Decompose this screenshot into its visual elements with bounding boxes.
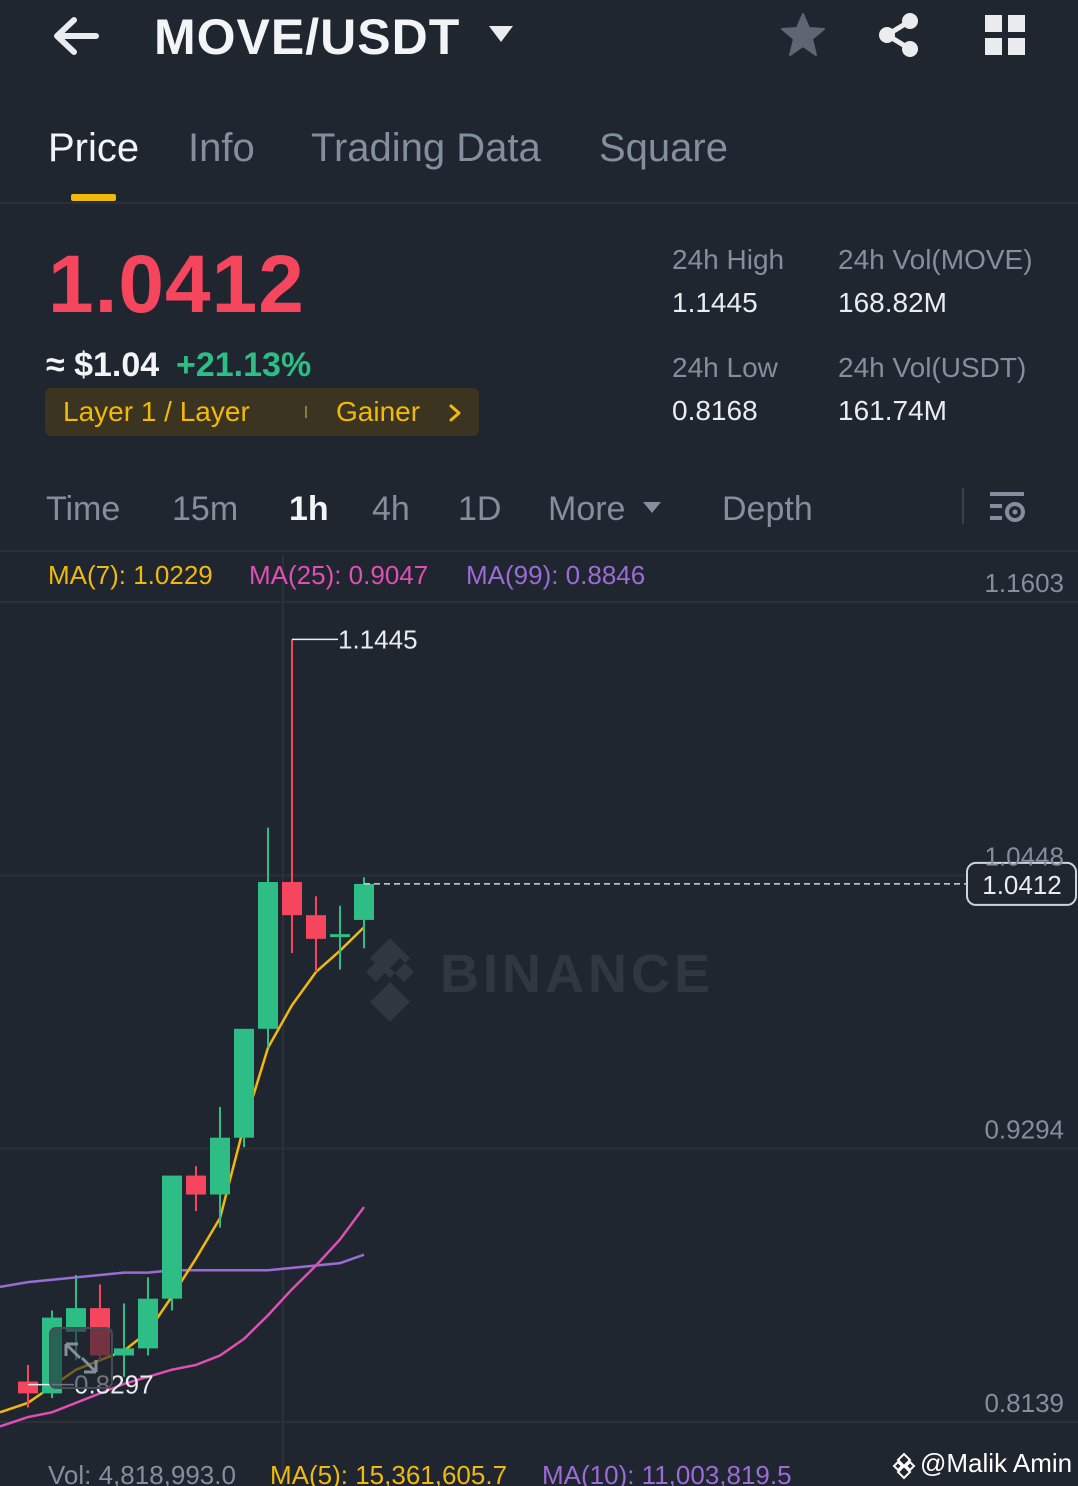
- back-arrow-icon[interactable]: [50, 14, 100, 58]
- interval-1d[interactable]: 1D: [458, 490, 501, 529]
- more-caret-icon: [643, 502, 661, 513]
- stat-vol-move-value: 168.82M: [838, 287, 947, 318]
- tag-status: Gainer: [336, 396, 421, 427]
- interval-time[interactable]: Time: [46, 490, 120, 529]
- candle-body: [282, 882, 302, 916]
- last-price: 1.0412: [48, 239, 305, 330]
- tab-square[interactable]: Square: [599, 126, 728, 171]
- chevron-right-icon: [449, 404, 461, 422]
- pair-title[interactable]: MOVE/USDT: [154, 8, 460, 66]
- interval-1h[interactable]: 1h: [289, 490, 329, 529]
- candle-body: [138, 1298, 158, 1349]
- chart-top-divider: [0, 550, 1078, 552]
- candle-body: [18, 1381, 38, 1394]
- price-change-percent: +21.13%: [176, 346, 312, 384]
- y-axis-label: 1.0448: [984, 841, 1064, 871]
- interval-separator: [962, 488, 964, 524]
- candlestick-chart[interactable]: BINANCE 1.0412 1.1603 1.0448 0.9294 0.8139 1.1…: [0, 554, 1078, 1486]
- interval-4h[interactable]: 4h: [372, 490, 410, 529]
- watermark-author: @Malik Amin: [920, 1448, 1073, 1478]
- stat-vol-usdt-label: 24h Vol(USDT): [838, 352, 1027, 383]
- last-price-tag-text: 1.0412: [982, 870, 1062, 900]
- chart-settings-icon[interactable]: [986, 488, 1028, 526]
- stat-low-value: 0.8168: [672, 395, 758, 426]
- interval-more[interactable]: More: [548, 490, 625, 529]
- candle-body: [306, 915, 326, 939]
- volume-ma10-label: MA(10): 11,003,819.5: [542, 1460, 792, 1486]
- stat-low-label: 24h Low: [672, 352, 778, 383]
- binance-watermark-icon: [366, 938, 414, 1022]
- interval-15m[interactable]: 15m: [172, 490, 238, 529]
- y-axis-label: 0.9294: [984, 1115, 1064, 1145]
- candle-body: [234, 1028, 254, 1138]
- stat-vol-move-label: 24h Vol(MOVE): [838, 244, 1033, 275]
- candle-body: [330, 934, 350, 938]
- ma99-label: MA(99): 0.8846: [466, 560, 646, 590]
- fiat-price: ≈ $1.04: [46, 346, 160, 384]
- stat-vol-usdt-value: 161.74M: [838, 395, 947, 426]
- high-marker-label: 1.1445: [338, 624, 418, 654]
- candle-body: [114, 1348, 134, 1356]
- candle-body: [186, 1175, 206, 1195]
- share-icon[interactable]: [876, 12, 922, 58]
- binance-watermark-text: BINANCE: [440, 944, 714, 1004]
- y-axis-label: 0.8139: [984, 1388, 1064, 1418]
- candle-body: [354, 883, 374, 920]
- tag-separator: [305, 406, 307, 418]
- tag-category: Layer 1 / Layer: [63, 396, 250, 427]
- caret-down-icon[interactable]: [488, 24, 514, 44]
- candle-body: [210, 1137, 230, 1195]
- stat-high-label: 24h High: [672, 244, 785, 275]
- stat-high-value: 1.1445: [672, 287, 758, 318]
- y-axis-label: 1.1603: [984, 568, 1064, 598]
- depth-tab[interactable]: Depth: [722, 490, 813, 529]
- grid-icon[interactable]: [984, 14, 1026, 56]
- tab-info[interactable]: Info: [188, 126, 255, 171]
- tab-trading-data[interactable]: Trading Data: [311, 126, 541, 171]
- candle-body: [258, 882, 278, 1029]
- fullscreen-toggle-icon: [49, 1327, 113, 1389]
- star-icon[interactable]: [780, 12, 826, 58]
- ma25-label: MA(25): 0.9047: [249, 560, 429, 590]
- tab-price[interactable]: Price: [48, 126, 139, 171]
- volume-label: Vol: 4,818,993.0: [48, 1460, 236, 1486]
- candle-body: [162, 1175, 182, 1299]
- ma7-label: MA(7): 1.0229: [48, 560, 213, 590]
- tabs-divider: [0, 202, 1078, 204]
- active-tab-indicator: [71, 194, 116, 201]
- binance-square-logo-icon: [892, 1452, 916, 1480]
- top-bar: MOVE/USDT: [0, 0, 1078, 90]
- volume-ma5-label: MA(5): 15,361,605.7: [270, 1460, 508, 1486]
